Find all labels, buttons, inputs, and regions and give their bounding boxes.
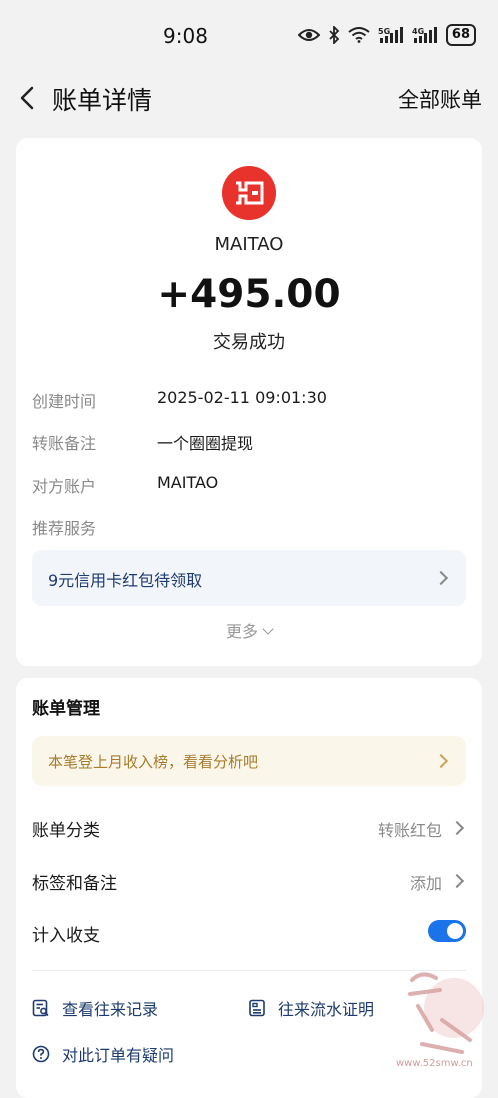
battery-icon: 68 [445,24,476,46]
transaction-amount: +495.00 [157,272,341,317]
bill-category-label: 账单分类 [32,821,100,841]
transaction-card: MAITAO +495.00 交易成功 创建时间 2025-02-11 09:0… [16,138,482,666]
back-icon[interactable] [18,86,38,110]
recommended-services-label: 推荐服务 [32,519,97,538]
bluetooth-icon [328,26,340,44]
order-question-label: 对此订单有疑问 [62,1046,175,1065]
count-in-balance-toggle[interactable] [428,920,466,942]
chevron-right-icon [449,820,465,836]
status-bar: 9:08 5G 4G 68 [0,0,498,72]
transaction-proof-link[interactable]: 往来流水证明 [248,996,374,1020]
counterparty-label: 对方账户 [32,477,97,496]
credit-card-promo[interactable]: 9元信用卡红包待领取 [32,550,466,606]
chevron-right-icon [433,753,449,769]
income-ranking-tip[interactable]: 本笔登上月收入榜，看看分析吧 [32,736,466,786]
merchant-logo [222,166,276,220]
nav-bar: 账单详情 全部账单 [0,72,498,124]
signal-5g-icon: 5G [378,26,404,44]
status-icons: 5G 4G 68 [297,24,476,46]
record-search-icon [32,999,50,1017]
created-time-label: 创建时间 [32,392,97,411]
promo-text: 9元信用卡红包待领取 [48,571,203,590]
tags-notes-value: 添加 [409,874,442,893]
view-history-label: 查看往来记录 [62,1000,159,1019]
svg-text:5G: 5G [378,27,390,36]
merchant-name: MAITAO [214,234,284,255]
svg-text:4G: 4G [412,27,424,36]
tags-notes-label: 标签和备注 [32,874,117,894]
document-icon [248,999,266,1017]
count-in-balance-label: 计入收支 [32,926,100,946]
watermark-url: www.52smw.cn [396,1058,473,1069]
order-question-link[interactable]: 对此订单有疑问 [32,1042,174,1066]
counterparty-value: MAITAO [157,473,219,492]
transaction-proof-label: 往来流水证明 [278,1000,375,1019]
wifi-icon [348,27,370,43]
tip-text: 本笔登上月收入榜，看看分析吧 [48,753,259,771]
all-bills-link[interactable]: 全部账单 [398,84,482,114]
toggle-knob [447,923,463,939]
bill-category-value: 转账红包 [377,821,442,840]
page-title: 账单详情 [52,86,153,115]
transaction-status: 交易成功 [213,332,285,353]
transfer-note-label: 转账备注 [32,434,97,453]
signal-4g-icon: 4G [412,26,438,44]
question-icon [32,1045,50,1063]
created-time-value: 2025-02-11 09:01:30 [157,388,327,407]
watermark-seal [392,960,492,1070]
chevron-down-icon [262,623,274,635]
more-label: 更多 [225,622,258,641]
section-title: 账单管理 [32,699,100,719]
view-history-link[interactable]: 查看往来记录 [32,996,158,1020]
chevron-right-icon [449,873,465,889]
more-button[interactable]: 更多 [16,618,482,642]
chevron-right-icon [433,570,449,586]
transfer-note-value: 一个圈圈提现 [157,434,254,453]
eye-icon [297,28,320,42]
status-time: 9:08 [163,24,208,48]
